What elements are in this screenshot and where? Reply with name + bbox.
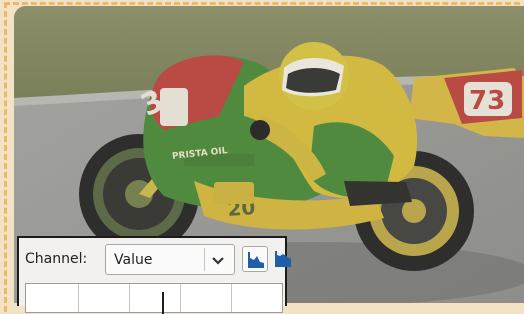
select-divider [204, 248, 205, 271]
histogram-gridline [231, 284, 232, 312]
tail-number: 73 [469, 86, 506, 116]
channel-select[interactable]: Value [105, 244, 235, 275]
histogram-gridline [180, 284, 181, 312]
levels-panel: Channel: Value [17, 236, 291, 314]
chevron-down-icon [209, 251, 227, 269]
channel-label: Channel: [25, 251, 88, 267]
log-histogram-button[interactable] [270, 246, 296, 272]
histogram-gridline [129, 284, 130, 312]
linear-histogram-button[interactable] [242, 246, 268, 272]
histogram-bar [162, 292, 164, 314]
channel-select-value: Value [114, 252, 153, 268]
histogram-gridline [78, 284, 79, 312]
histogram-view[interactable] [25, 283, 283, 314]
